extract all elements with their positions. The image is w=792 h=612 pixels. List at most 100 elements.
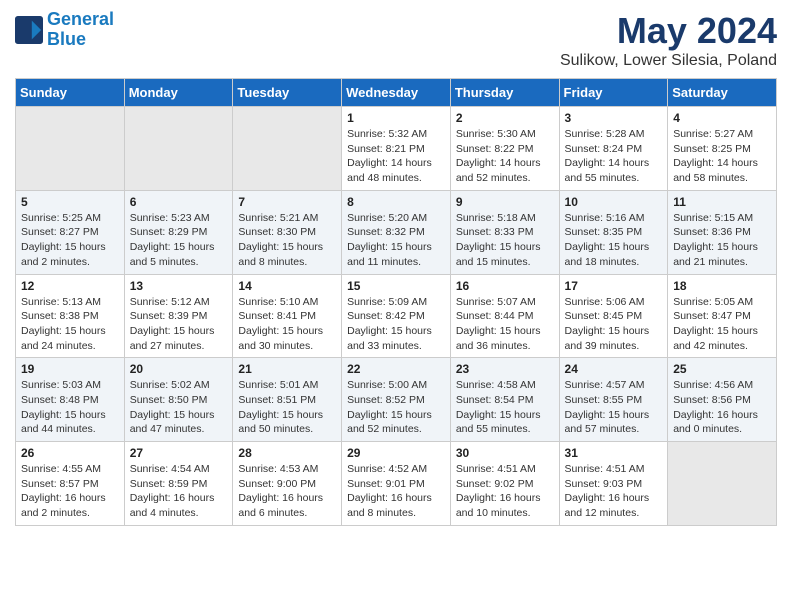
day-number: 27 bbox=[130, 446, 228, 460]
logo: General Blue bbox=[15, 10, 114, 50]
calendar-cell: 7Sunrise: 5:21 AM Sunset: 8:30 PM Daylig… bbox=[233, 190, 342, 274]
day-number: 15 bbox=[347, 279, 445, 293]
calendar-cell bbox=[668, 442, 777, 526]
calendar-cell: 15 Sunrise: 5:09 AM Sunset: 8:42 PM Dayli… bbox=[342, 274, 451, 358]
day-info: Sunrise: 5:28 AM Sunset: 8:24 PM Dayligh… bbox=[565, 127, 663, 186]
calendar-cell: 12 Sunrise: 5:13 AM Sunset: 8:38 PM Dayli… bbox=[16, 274, 125, 358]
weekday-header-row: SundayMondayTuesdayWednesdayThursdayFrid… bbox=[16, 79, 777, 107]
day-number: 16 bbox=[456, 279, 554, 293]
day-info: Sunrise: 5:02 AM Sunset: 8:50 PM Dayligh… bbox=[130, 378, 228, 437]
calendar-cell: 1 Sunrise: 5:32 AM Sunset: 8:21 PM Daylig… bbox=[342, 107, 451, 191]
day-number: 3 bbox=[565, 111, 663, 125]
calendar-cell: 31 Sunrise: 4:51 AM Sunset: 9:03 PM Dayli… bbox=[559, 442, 668, 526]
calendar-cell: 28 Sunrise: 4:53 AM Sunset: 9:00 PM Dayli… bbox=[233, 442, 342, 526]
day-info: Sunrise: 4:56 AM Sunset: 8:56 PM Dayligh… bbox=[673, 378, 771, 437]
day-number: 20 bbox=[130, 362, 228, 376]
day-number: 24 bbox=[565, 362, 663, 376]
logo-icon bbox=[15, 16, 43, 44]
day-info: Sunrise: 5:16 AM Sunset: 8:35 PM Dayligh… bbox=[565, 211, 663, 270]
calendar-cell: 2 Sunrise: 5:30 AM Sunset: 8:22 PM Daylig… bbox=[450, 107, 559, 191]
calendar-cell: 14Sunrise: 5:10 AM Sunset: 8:41 PM Dayli… bbox=[233, 274, 342, 358]
calendar-cell: 27Sunrise: 4:54 AM Sunset: 8:59 PM Dayli… bbox=[124, 442, 233, 526]
weekday-header-thursday: Thursday bbox=[450, 79, 559, 107]
day-info: Sunrise: 5:32 AM Sunset: 8:21 PM Dayligh… bbox=[347, 127, 445, 186]
day-info: Sunrise: 5:01 AM Sunset: 8:51 PM Dayligh… bbox=[238, 378, 336, 437]
day-info: Sunrise: 5:20 AM Sunset: 8:32 PM Dayligh… bbox=[347, 211, 445, 270]
day-number: 17 bbox=[565, 279, 663, 293]
calendar-cell: 25 Sunrise: 4:56 AM Sunset: 8:56 PM Dayli… bbox=[668, 358, 777, 442]
weekday-header-wednesday: Wednesday bbox=[342, 79, 451, 107]
day-info: Sunrise: 5:13 AM Sunset: 8:38 PM Dayligh… bbox=[21, 295, 119, 354]
calendar-cell: 26Sunrise: 4:55 AM Sunset: 8:57 PM Dayli… bbox=[16, 442, 125, 526]
day-info: Sunrise: 5:10 AM Sunset: 8:41 PM Dayligh… bbox=[238, 295, 336, 354]
day-info: Sunrise: 4:57 AM Sunset: 8:55 PM Dayligh… bbox=[565, 378, 663, 437]
weekday-header-saturday: Saturday bbox=[668, 79, 777, 107]
day-info: Sunrise: 4:52 AM Sunset: 9:01 PM Dayligh… bbox=[347, 462, 445, 521]
title-block: May 2024 Sulikow, Lower Silesia, Poland bbox=[560, 10, 777, 70]
day-number: 4 bbox=[673, 111, 771, 125]
day-number: 9 bbox=[456, 195, 554, 209]
calendar-cell bbox=[233, 107, 342, 191]
week-row-1: 1 Sunrise: 5:32 AM Sunset: 8:21 PM Daylig… bbox=[16, 107, 777, 191]
day-info: Sunrise: 4:51 AM Sunset: 9:03 PM Dayligh… bbox=[565, 462, 663, 521]
calendar-cell: 5Sunrise: 5:25 AM Sunset: 8:27 PM Daylig… bbox=[16, 190, 125, 274]
calendar-title: May 2024 bbox=[560, 10, 777, 52]
day-number: 23 bbox=[456, 362, 554, 376]
day-info: Sunrise: 4:58 AM Sunset: 8:54 PM Dayligh… bbox=[456, 378, 554, 437]
calendar-cell: 16 Sunrise: 5:07 AM Sunset: 8:44 PM Dayli… bbox=[450, 274, 559, 358]
calendar-cell: 3 Sunrise: 5:28 AM Sunset: 8:24 PM Daylig… bbox=[559, 107, 668, 191]
day-number: 22 bbox=[347, 362, 445, 376]
day-number: 29 bbox=[347, 446, 445, 460]
calendar-cell: 11 Sunrise: 5:15 AM Sunset: 8:36 PM Dayli… bbox=[668, 190, 777, 274]
calendar-subtitle: Sulikow, Lower Silesia, Poland bbox=[560, 52, 777, 70]
day-info: Sunrise: 5:15 AM Sunset: 8:36 PM Dayligh… bbox=[673, 211, 771, 270]
week-row-4: 19Sunrise: 5:03 AM Sunset: 8:48 PM Dayli… bbox=[16, 358, 777, 442]
day-number: 12 bbox=[21, 279, 119, 293]
day-info: Sunrise: 5:30 AM Sunset: 8:22 PM Dayligh… bbox=[456, 127, 554, 186]
day-number: 31 bbox=[565, 446, 663, 460]
day-number: 30 bbox=[456, 446, 554, 460]
calendar-cell: 10 Sunrise: 5:16 AM Sunset: 8:35 PM Dayli… bbox=[559, 190, 668, 274]
calendar-cell bbox=[124, 107, 233, 191]
calendar-cell: 23 Sunrise: 4:58 AM Sunset: 8:54 PM Dayli… bbox=[450, 358, 559, 442]
calendar-cell: 19Sunrise: 5:03 AM Sunset: 8:48 PM Dayli… bbox=[16, 358, 125, 442]
week-row-2: 5Sunrise: 5:25 AM Sunset: 8:27 PM Daylig… bbox=[16, 190, 777, 274]
day-info: Sunrise: 5:18 AM Sunset: 8:33 PM Dayligh… bbox=[456, 211, 554, 270]
day-number: 25 bbox=[673, 362, 771, 376]
day-number: 2 bbox=[456, 111, 554, 125]
weekday-header-sunday: Sunday bbox=[16, 79, 125, 107]
calendar-cell: 24 Sunrise: 4:57 AM Sunset: 8:55 PM Dayli… bbox=[559, 358, 668, 442]
calendar-cell: 29 Sunrise: 4:52 AM Sunset: 9:01 PM Dayli… bbox=[342, 442, 451, 526]
day-info: Sunrise: 5:23 AM Sunset: 8:29 PM Dayligh… bbox=[130, 211, 228, 270]
day-number: 21 bbox=[238, 362, 336, 376]
day-info: Sunrise: 5:12 AM Sunset: 8:39 PM Dayligh… bbox=[130, 295, 228, 354]
calendar-table: SundayMondayTuesdayWednesdayThursdayFrid… bbox=[15, 78, 777, 526]
day-info: Sunrise: 5:25 AM Sunset: 8:27 PM Dayligh… bbox=[21, 211, 119, 270]
week-row-3: 12 Sunrise: 5:13 AM Sunset: 8:38 PM Dayli… bbox=[16, 274, 777, 358]
day-number: 10 bbox=[565, 195, 663, 209]
day-number: 18 bbox=[673, 279, 771, 293]
logo-text: General Blue bbox=[47, 10, 114, 50]
day-info: Sunrise: 5:00 AM Sunset: 8:52 PM Dayligh… bbox=[347, 378, 445, 437]
calendar-cell: 18 Sunrise: 5:05 AM Sunset: 8:47 PM Dayli… bbox=[668, 274, 777, 358]
calendar-cell bbox=[16, 107, 125, 191]
day-number: 8 bbox=[347, 195, 445, 209]
calendar-cell: 22 Sunrise: 5:00 AM Sunset: 8:52 PM Dayli… bbox=[342, 358, 451, 442]
calendar-cell: 30 Sunrise: 4:51 AM Sunset: 9:02 PM Dayli… bbox=[450, 442, 559, 526]
day-number: 6 bbox=[130, 195, 228, 209]
day-number: 1 bbox=[347, 111, 445, 125]
day-info: Sunrise: 5:07 AM Sunset: 8:44 PM Dayligh… bbox=[456, 295, 554, 354]
day-number: 28 bbox=[238, 446, 336, 460]
day-number: 19 bbox=[21, 362, 119, 376]
day-info: Sunrise: 4:53 AM Sunset: 9:00 PM Dayligh… bbox=[238, 462, 336, 521]
day-info: Sunrise: 5:05 AM Sunset: 8:47 PM Dayligh… bbox=[673, 295, 771, 354]
day-info: Sunrise: 5:09 AM Sunset: 8:42 PM Dayligh… bbox=[347, 295, 445, 354]
day-info: Sunrise: 4:51 AM Sunset: 9:02 PM Dayligh… bbox=[456, 462, 554, 521]
calendar-cell: 17Sunrise: 5:06 AM Sunset: 8:45 PM Dayli… bbox=[559, 274, 668, 358]
day-info: Sunrise: 5:21 AM Sunset: 8:30 PM Dayligh… bbox=[238, 211, 336, 270]
calendar-cell: 21 Sunrise: 5:01 AM Sunset: 8:51 PM Dayli… bbox=[233, 358, 342, 442]
logo-blue: Blue bbox=[47, 29, 86, 49]
weekday-header-tuesday: Tuesday bbox=[233, 79, 342, 107]
logo-general: General bbox=[47, 9, 114, 29]
day-number: 11 bbox=[673, 195, 771, 209]
